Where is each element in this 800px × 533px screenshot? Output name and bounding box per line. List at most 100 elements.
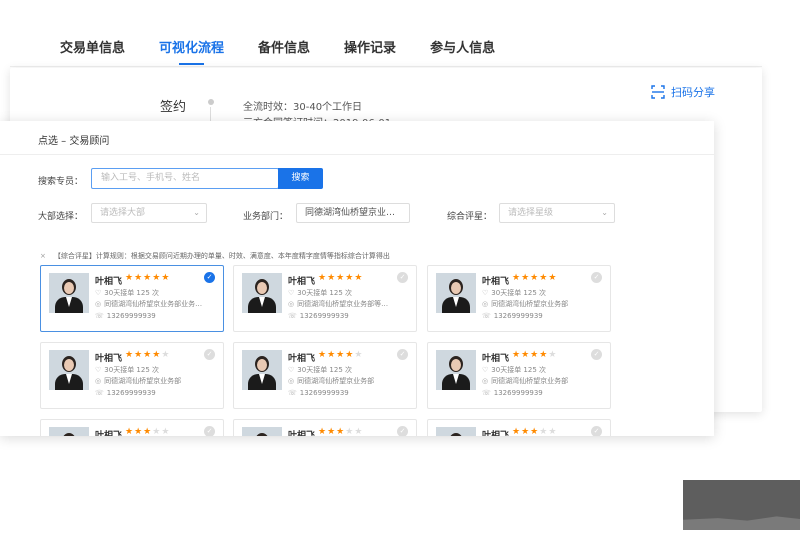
advisor-name: 叶相飞 (482, 277, 510, 287)
advisor-card[interactable]: 叶相飞 ★★★★★ ✓ ♡ 30天接单 125 次 ◎ 同德湖湾仙桥望京业务部 ☏ 132699… (427, 265, 611, 332)
step-label: 签约 (160, 100, 187, 115)
rating-select[interactable]: 请选择星级 ⌄ (499, 203, 615, 223)
avatar (49, 273, 89, 313)
advisor-phone: ☏ 13269999939 (95, 312, 156, 320)
heart-icon: ♡ (95, 366, 102, 374)
dept-select[interactable]: 同德湖湾仙桥望京业… (296, 203, 410, 223)
advisor-name: 叶相飞 (288, 277, 316, 287)
star-icon: ★ (539, 427, 549, 436)
rating-select-value: 请选择星级 (508, 208, 554, 218)
location-icon: ◎ (482, 300, 489, 308)
scan-share-label: 扫码分享 (671, 86, 715, 99)
phone-icon: ☏ (288, 389, 297, 397)
chevron-down-icon: ⌄ (193, 208, 200, 217)
dialog-title: 点选 – 交易顾问 (38, 136, 110, 147)
star-icon: ★ (134, 350, 144, 360)
phone-icon: ☏ (482, 389, 491, 397)
advisor-card[interactable]: 叶相飞 ★★★★★ ✓ ♡ 30天接单 125 次 ◎ 同德湖湾仙桥望京业务部 ☏ 132699… (427, 342, 611, 409)
order-count: ♡ 30天接单 125 次 (288, 289, 352, 297)
star-rating: ★★★★★ (512, 350, 557, 360)
close-icon[interactable]: × (40, 252, 46, 260)
select-advisor-dialog: 点选 – 交易顾问 搜索专员： 输入工号、手机号、姓名 搜索 大部选择： 请选择… (0, 121, 714, 436)
star-rating: ★★★★★ (318, 273, 363, 283)
star-icon: ★ (548, 427, 558, 436)
advisor-phone: ☏ 13269999939 (288, 312, 349, 320)
star-icon: ★ (530, 350, 540, 360)
avatar (436, 273, 476, 313)
check-icon[interactable]: ✓ (397, 349, 408, 360)
scan-icon (651, 85, 665, 99)
star-icon: ★ (354, 350, 364, 360)
advisor-card[interactable]: 叶相飞 ★★★★★ ✓ ♡ 30天接单 125 次 ◎ 同德湖湾仙桥望京业务部等… ☏ 1326… (233, 265, 417, 332)
star-icon: ★ (161, 350, 171, 360)
phone-icon: ☏ (288, 312, 297, 320)
advisor-name: 叶相飞 (95, 277, 123, 287)
star-icon: ★ (345, 273, 355, 283)
star-icon: ★ (327, 350, 337, 360)
search-button[interactable]: 搜索 (278, 168, 323, 189)
step-info-duration: 全流时效：30-40个工作日 (243, 102, 363, 113)
heart-icon: ♡ (95, 289, 102, 297)
tab-visual-flow[interactable]: 可视化流程 (159, 36, 224, 66)
advisor-card[interactable]: 叶相飞 ★★★★★ ✓ ♡ 30天接单 125 次 ◎ 同德湖湾仙桥望京业务部 ☏ 132699… (233, 342, 417, 409)
phone-icon: ☏ (95, 389, 104, 397)
star-icon: ★ (512, 273, 522, 283)
star-icon: ★ (521, 427, 531, 436)
check-selected-icon[interactable]: ✓ (204, 272, 215, 283)
advisor-card[interactable]: 叶相飞 ★★★★★ ✓ (233, 419, 417, 436)
check-icon[interactable]: ✓ (591, 272, 602, 283)
check-icon[interactable]: ✓ (204, 426, 215, 436)
avatar (242, 273, 282, 313)
check-icon[interactable]: ✓ (591, 426, 602, 436)
avatar (242, 427, 282, 436)
advisor-dept: ◎ 同德湖湾仙桥望京业务部 (95, 377, 182, 385)
star-rating: ★★★★★ (512, 427, 557, 436)
location-icon: ◎ (482, 377, 489, 385)
avatar (436, 350, 476, 390)
order-count: ♡ 30天接单 125 次 (482, 289, 546, 297)
region-select[interactable]: 请选择大部 ⌄ (91, 203, 207, 223)
heart-icon: ♡ (482, 366, 489, 374)
avatar (49, 427, 89, 436)
star-icon: ★ (318, 427, 328, 436)
heart-icon: ♡ (482, 289, 489, 297)
search-input[interactable]: 输入工号、手机号、姓名 (91, 168, 279, 189)
tab-order-info[interactable]: 交易单信息 (60, 36, 125, 66)
dept-label: 业务部门： (243, 212, 289, 222)
scan-share-button[interactable]: 扫码分享 (651, 84, 715, 100)
check-icon[interactable]: ✓ (591, 349, 602, 360)
check-icon[interactable]: ✓ (204, 349, 215, 360)
step-line (210, 107, 211, 121)
star-icon: ★ (327, 273, 337, 283)
star-icon: ★ (318, 350, 328, 360)
location-icon: ◎ (95, 300, 102, 308)
advisor-dept: ◎ 同德湖湾仙桥望京业务部 (482, 300, 569, 308)
advisor-dept: ◎ 同德湖湾仙桥望京业务部等… (288, 300, 389, 308)
star-icon: ★ (152, 427, 162, 436)
star-icon: ★ (318, 273, 328, 283)
order-count: ♡ 30天接单 125 次 (288, 366, 352, 374)
star-icon: ★ (521, 350, 531, 360)
order-count: ♡ 30天接单 125 次 (95, 289, 159, 297)
rating-note: × 【综合评星】计算规则：根据交易顾问近期办理的单量、时效、满意度、本年度精字度情… (40, 251, 390, 261)
advisor-card[interactable]: 叶相飞 ★★★★★ ✓ ♡ 30天接单 125 次 ◎ 同德湖湾仙桥望京业务部 ☏ 132699… (40, 342, 224, 409)
search-label: 搜索专员： (38, 177, 84, 187)
step-dot (208, 99, 214, 105)
star-icon: ★ (530, 273, 540, 283)
advisor-card[interactable]: 叶相飞 ★★★★★ ✓ (427, 419, 611, 436)
tab-participants[interactable]: 参与人信息 (430, 36, 495, 66)
check-icon[interactable]: ✓ (397, 426, 408, 436)
tab-spare-info[interactable]: 备件信息 (258, 36, 310, 66)
star-icon: ★ (539, 273, 549, 283)
avatar (242, 350, 282, 390)
advisor-phone: ☏ 13269999939 (482, 312, 543, 320)
advisor-phone: ☏ 13269999939 (482, 389, 543, 397)
tab-operation-log[interactable]: 操作记录 (344, 36, 396, 66)
check-icon[interactable]: ✓ (397, 272, 408, 283)
advisor-name: 叶相飞 (288, 354, 316, 364)
star-rating: ★★★★★ (125, 427, 170, 436)
advisor-card[interactable]: 叶相飞 ★★★★★ ✓ ♡ 30天接单 125 次 ◎ 同德湖湾仙桥望京业务部业务… ☏ 132… (40, 265, 224, 332)
rating-label: 综合评星： (447, 212, 493, 222)
advisor-card[interactable]: 叶相飞 ★★★★★ ✓ (40, 419, 224, 436)
heart-icon: ♡ (288, 366, 295, 374)
